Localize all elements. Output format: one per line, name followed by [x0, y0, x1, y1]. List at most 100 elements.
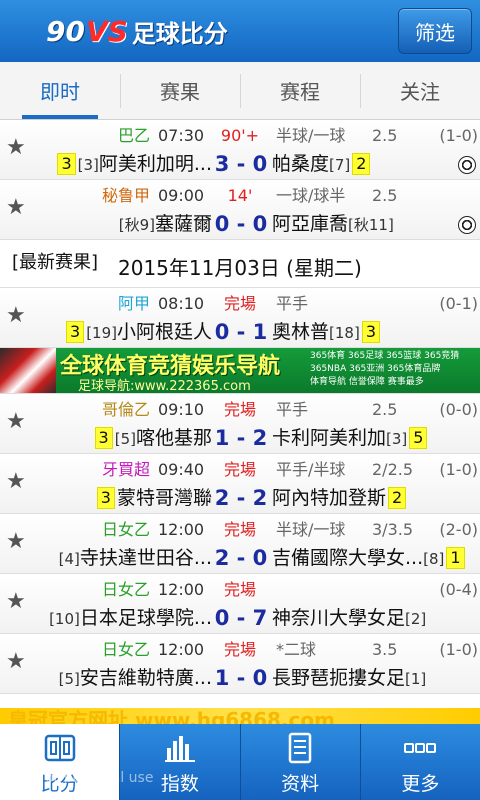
- match-list[interactable]: ★ 巴乙 07:30 90'+ 半球/一球 2.5 (1-0) 3 [3]阿美利加明... 3 -…: [0, 120, 480, 724]
- logo-90-text: 90: [46, 14, 85, 48]
- home-team-name: 安吉維勒特廣...: [79, 667, 212, 689]
- home-team: [秋9]塞薩爾: [12, 210, 212, 238]
- bottom-nav: 比分 指数 资料 更多: [0, 724, 480, 800]
- away-rank: [18]: [329, 324, 360, 342]
- home-team-name: 喀他基那: [135, 427, 212, 449]
- tab-following[interactable]: 关注: [360, 62, 480, 119]
- league-name: 日女乙: [101, 640, 150, 659]
- nav-item-data[interactable]: 资料: [239, 724, 360, 800]
- watermark-text: free for personal use: [8, 770, 154, 786]
- nav-label-odds: 指数: [160, 773, 199, 795]
- half-time-score: (0-4): [439, 580, 478, 599]
- away-rank: [3]: [386, 430, 408, 448]
- kickoff-time: 07:30: [158, 126, 205, 145]
- match-status: 完場: [223, 520, 256, 539]
- goal-line: [372, 578, 412, 602]
- kickoff-time: 09:40: [158, 460, 205, 479]
- goal-line: 3/3.5: [372, 520, 414, 539]
- home-team: 3 [3]阿美利加明...: [12, 150, 212, 178]
- away-team: 奧林普[18] 3: [272, 318, 452, 346]
- handicap: 平手: [276, 400, 309, 419]
- away-rank: [8]: [423, 550, 445, 568]
- half-time-score: (0-0): [439, 400, 478, 419]
- nav-item-scores[interactable]: 比分: [0, 724, 120, 800]
- away-card-count: 1: [446, 547, 465, 569]
- match-row[interactable]: ★ 日女乙 12:00 完場 半球/一球 3/3.5 (2-0) [4]寺扶達世田谷... 2 …: [0, 514, 480, 574]
- nav-label-more: 更多: [401, 773, 440, 795]
- home-card-count: 3: [66, 321, 85, 343]
- handicap: 一球/球半: [276, 186, 346, 205]
- tab-live[interactable]: 即时: [0, 62, 120, 119]
- match-status: 完場: [223, 580, 256, 599]
- match-row[interactable]: ★ 巴乙 07:30 90'+ 半球/一球 2.5 (1-0) 3 [3]阿美利加明... 3 -…: [0, 120, 480, 180]
- match-row[interactable]: ★ 日女乙 12:00 完場 *二球 3.5 (1-0) [5]安吉維勒特廣... 1 - 0長…: [0, 634, 480, 694]
- home-team-name: 小阿根廷人: [116, 321, 212, 343]
- goal-line: 2.5: [372, 126, 398, 145]
- filter-button[interactable]: 筛选: [398, 8, 472, 54]
- logo-vs-text: VS: [85, 14, 128, 48]
- home-rank: [3]: [77, 156, 99, 174]
- away-team-name: 阿內特加登斯: [272, 487, 387, 509]
- match-score: 2 - 2: [214, 486, 268, 510]
- app-logo: 90 VS 足球比分: [46, 12, 228, 50]
- match-score: 1 - 0: [214, 666, 268, 690]
- away-team: 吉備國際大學女...[8] 1: [272, 544, 465, 572]
- home-team-name: 蒙特哥灣聯: [116, 487, 212, 509]
- match-score: 0 - 0: [214, 212, 268, 236]
- away-team-name: 吉備國際大學女...: [272, 547, 424, 569]
- goal-line: 2.5: [372, 400, 398, 419]
- date-section-header: [最新赛果] 2015年11月03日 (星期二): [0, 240, 480, 288]
- results-date: 2015年11月03日 (星期二): [118, 256, 362, 280]
- home-team: 3 蒙特哥灣聯: [12, 484, 212, 512]
- home-rank: [5]: [114, 430, 136, 448]
- home-team: [10]日本足球學院...: [12, 604, 212, 632]
- away-team: 阿亞庫喬[秋11]: [272, 210, 452, 238]
- match-row[interactable]: ★ 阿甲 08:10 完場 平手 (0-1) 3 [19]小阿根廷人 0 - 1 奧林普[18] 3: [0, 288, 480, 348]
- away-team-name: 帕桑度: [272, 153, 330, 175]
- banner-sub-text: 足球导航:www.222365.com: [78, 379, 251, 394]
- away-team: 阿內特加登斯 2: [272, 484, 452, 512]
- match-row[interactable]: ★ 秘鲁甲 09:00 14' 一球/球半 2.5 [秋9]塞薩爾 0 - 0 阿亞庫喬[秋11…: [0, 180, 480, 240]
- match-row[interactable]: ★ 哥倫乙 09:10 完場 平手 2.5 (0-0) 3 [5]喀他基那 1 - 2 卡利阿美利加…: [0, 394, 480, 454]
- league-name: 秘鲁甲: [101, 186, 150, 205]
- away-rank: [7]: [329, 156, 351, 174]
- half-time-score: (1-0): [439, 126, 478, 145]
- tab-bar: 即时 赛果 赛程 关注: [0, 62, 480, 120]
- away-card-count: 3: [361, 321, 380, 343]
- match-status: 完場: [223, 400, 256, 419]
- goal-line: 3.5: [372, 640, 398, 659]
- match-row[interactable]: ★ 日女乙 12:00 完場 (0-4) [10]日本足球學院... 0 - 7 神奈川大學女…: [0, 574, 480, 634]
- handicap: *二球: [276, 640, 317, 659]
- away-rank: [2]: [405, 610, 427, 628]
- match-status: 14': [227, 186, 253, 205]
- document-icon: [288, 732, 312, 764]
- tab-results[interactable]: 赛果: [120, 62, 240, 119]
- nav-item-odds[interactable]: 指数: [119, 724, 239, 800]
- away-card-count: 2: [352, 153, 371, 175]
- away-team-name: 奧林普: [272, 321, 330, 343]
- home-card-count: 3: [57, 153, 76, 175]
- league-name: 巴乙: [117, 126, 150, 145]
- app-header: 90 VS 足球比分 筛选: [0, 0, 480, 62]
- logo-name-text: 足球比分: [131, 19, 228, 48]
- league-name: 阿甲: [117, 294, 150, 313]
- nav-item-more[interactable]: 更多: [359, 724, 480, 800]
- league-name: 牙買超: [101, 460, 150, 479]
- tab-schedule[interactable]: 赛程: [240, 62, 360, 119]
- kickoff-time: 12:00: [158, 640, 205, 659]
- goal-line: 2/2.5: [372, 460, 414, 479]
- handicap: 平手/半球: [276, 460, 346, 479]
- match-status: 90'+: [220, 126, 260, 145]
- soccer-ball-icon: [458, 156, 476, 174]
- away-team-name: 卡利阿美利加: [272, 427, 387, 449]
- league-name: 日女乙: [101, 580, 150, 599]
- match-row[interactable]: ★ 牙買超 09:40 完場 平手/半球 2/2.5 (1-0) 3 蒙特哥灣聯 2 - 2 阿內特…: [0, 454, 480, 514]
- home-team: [5]安吉維勒特廣...: [12, 664, 212, 692]
- match-status: 完場: [223, 640, 256, 659]
- home-team: [4]寺扶達世田谷...: [12, 544, 212, 572]
- half-time-score: (0-1): [439, 294, 478, 313]
- goal-line: 2.5: [372, 186, 398, 205]
- match-score: 0 - 7: [214, 606, 268, 630]
- away-team-name: 長野琶扼摟女足: [272, 667, 406, 689]
- ad-banner[interactable]: 全球体育竞猜娱乐导航 足球导航:www.222365.com 365体育 365足球…: [0, 348, 480, 394]
